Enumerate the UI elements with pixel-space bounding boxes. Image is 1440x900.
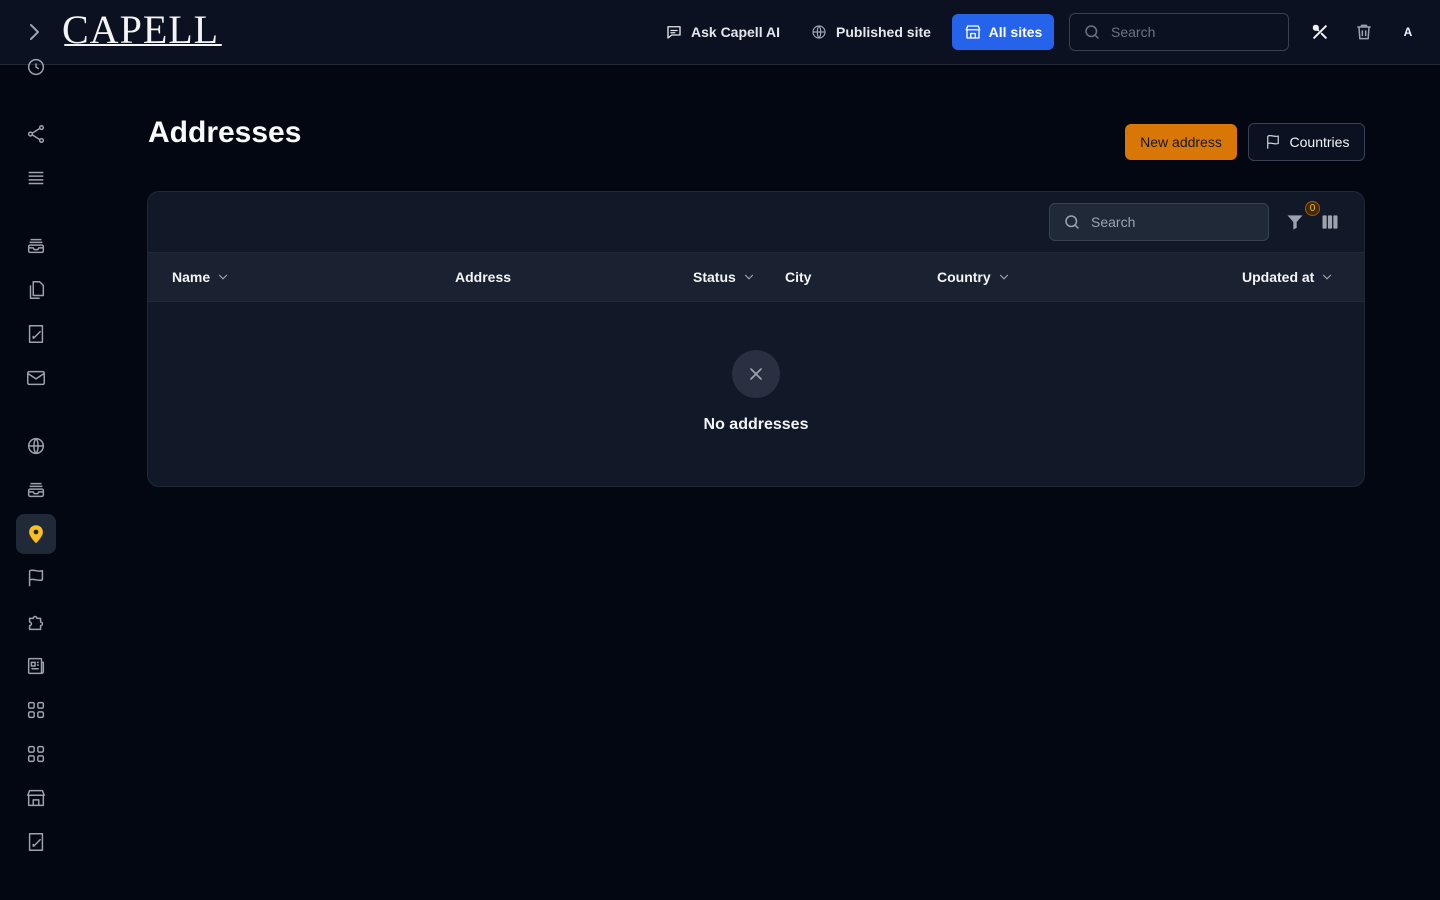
- sidebar-item-list[interactable]: [16, 158, 56, 198]
- column-header-name[interactable]: Name: [172, 253, 230, 301]
- column-label: Name: [172, 269, 211, 285]
- columns-icon[interactable]: [1320, 212, 1340, 232]
- close-icon: [750, 368, 762, 380]
- sidebar-item-components[interactable]: [16, 734, 56, 774]
- table-header: Name Address Status City Country Updated…: [148, 252, 1364, 302]
- globe-icon: [27, 437, 45, 455]
- search-icon: [1065, 215, 1079, 229]
- puzzle-icon: [28, 615, 44, 631]
- column-label: City: [785, 269, 812, 285]
- sidebar-item-templates[interactable]: [16, 822, 56, 862]
- clock-icon: [27, 58, 45, 76]
- logo-underline: [64, 44, 222, 46]
- newspaper-icon: [27, 657, 45, 675]
- ask-ai-link[interactable]: Ask Capell AI: [665, 20, 780, 44]
- new-address-button[interactable]: New address: [1125, 124, 1237, 160]
- share-icon: [27, 125, 45, 143]
- squares-icon: [27, 701, 45, 719]
- sidebar-item-news[interactable]: [16, 646, 56, 686]
- documents-icon: [29, 281, 45, 299]
- addresses-table: Search 0 Name Address Status City Countr…: [147, 191, 1365, 487]
- flag-icon: [1266, 134, 1279, 149]
- storefront-icon: [965, 25, 981, 39]
- storefront-icon: [27, 789, 45, 807]
- table-search-input[interactable]: Search: [1049, 203, 1269, 241]
- trash-icon[interactable]: [1354, 22, 1374, 42]
- countries-button-label: Countries: [1289, 134, 1350, 150]
- sidebar-item-sites[interactable]: [16, 426, 56, 466]
- column-label: Status: [693, 269, 736, 285]
- inbox-stack-icon: [27, 482, 45, 498]
- flag-icon: [28, 569, 44, 587]
- sidebar-item-archive[interactable]: [16, 470, 56, 510]
- column-header-status[interactable]: Status: [693, 253, 756, 301]
- empty-state-icon-wrapper: [732, 350, 780, 398]
- sidebar-item-mail[interactable]: [16, 358, 56, 398]
- chat-bubble-icon: [667, 26, 681, 39]
- chevron-down-icon: [1323, 274, 1332, 280]
- chevron-down-icon: [999, 274, 1008, 280]
- sidebar-item-collections[interactable]: [16, 226, 56, 266]
- page-title: Addresses: [148, 116, 302, 149]
- column-label: Updated at: [1242, 269, 1315, 285]
- list-icon: [28, 171, 44, 185]
- sidebar-item-countries[interactable]: [16, 558, 56, 598]
- column-header-updated-at[interactable]: Updated at: [1242, 253, 1334, 301]
- sidebar-item-blocks[interactable]: [16, 690, 56, 730]
- sidebar-item-stores[interactable]: [16, 778, 56, 818]
- map-pin-icon: [29, 525, 43, 544]
- all-sites-button[interactable]: All sites: [952, 14, 1054, 50]
- ask-ai-label: Ask Capell AI: [691, 24, 780, 40]
- filter-icon[interactable]: [1285, 212, 1305, 232]
- chevron-right-icon[interactable]: [22, 20, 46, 44]
- column-label: Country: [937, 269, 991, 285]
- countries-button[interactable]: Countries: [1248, 123, 1365, 161]
- empty-state-message: No addresses: [703, 416, 809, 433]
- global-search-placeholder: Search: [1111, 24, 1156, 40]
- chevron-down-icon: [744, 274, 753, 280]
- document-edit-icon: [28, 833, 44, 851]
- table-search-placeholder: Search: [1091, 214, 1136, 230]
- published-site-label: Published site: [836, 24, 931, 40]
- sidebar-item-plugins[interactable]: [16, 602, 56, 642]
- inbox-stack-icon: [27, 238, 45, 254]
- top-bar: CAPELL Ask Capell AI Published site All …: [0, 0, 1440, 65]
- column-header-country[interactable]: Country: [937, 253, 1011, 301]
- published-site-link[interactable]: Published site: [810, 20, 931, 44]
- globe-icon: [812, 25, 826, 39]
- column-header-city: City: [785, 253, 811, 301]
- all-sites-label: All sites: [988, 24, 1043, 40]
- document-edit-icon: [28, 325, 44, 343]
- mail-icon: [27, 370, 45, 386]
- sidebar-item-pages[interactable]: [16, 270, 56, 310]
- sidebar-item-history[interactable]: [16, 47, 56, 87]
- global-search-input[interactable]: Search: [1069, 13, 1289, 51]
- avatar[interactable]: A: [1398, 22, 1418, 42]
- filter-count-badge: 0: [1305, 201, 1320, 216]
- tools-icon[interactable]: [1310, 22, 1330, 42]
- column-header-address: Address: [455, 253, 511, 301]
- sidebar-item-addresses[interactable]: [16, 514, 56, 554]
- squares-icon: [27, 745, 45, 763]
- chevron-down-icon: [219, 274, 228, 280]
- column-label: Address: [455, 269, 512, 285]
- search-icon: [1085, 25, 1099, 39]
- sidebar: [0, 58, 72, 900]
- sidebar-item-share[interactable]: [16, 114, 56, 154]
- sidebar-item-forms[interactable]: [16, 314, 56, 354]
